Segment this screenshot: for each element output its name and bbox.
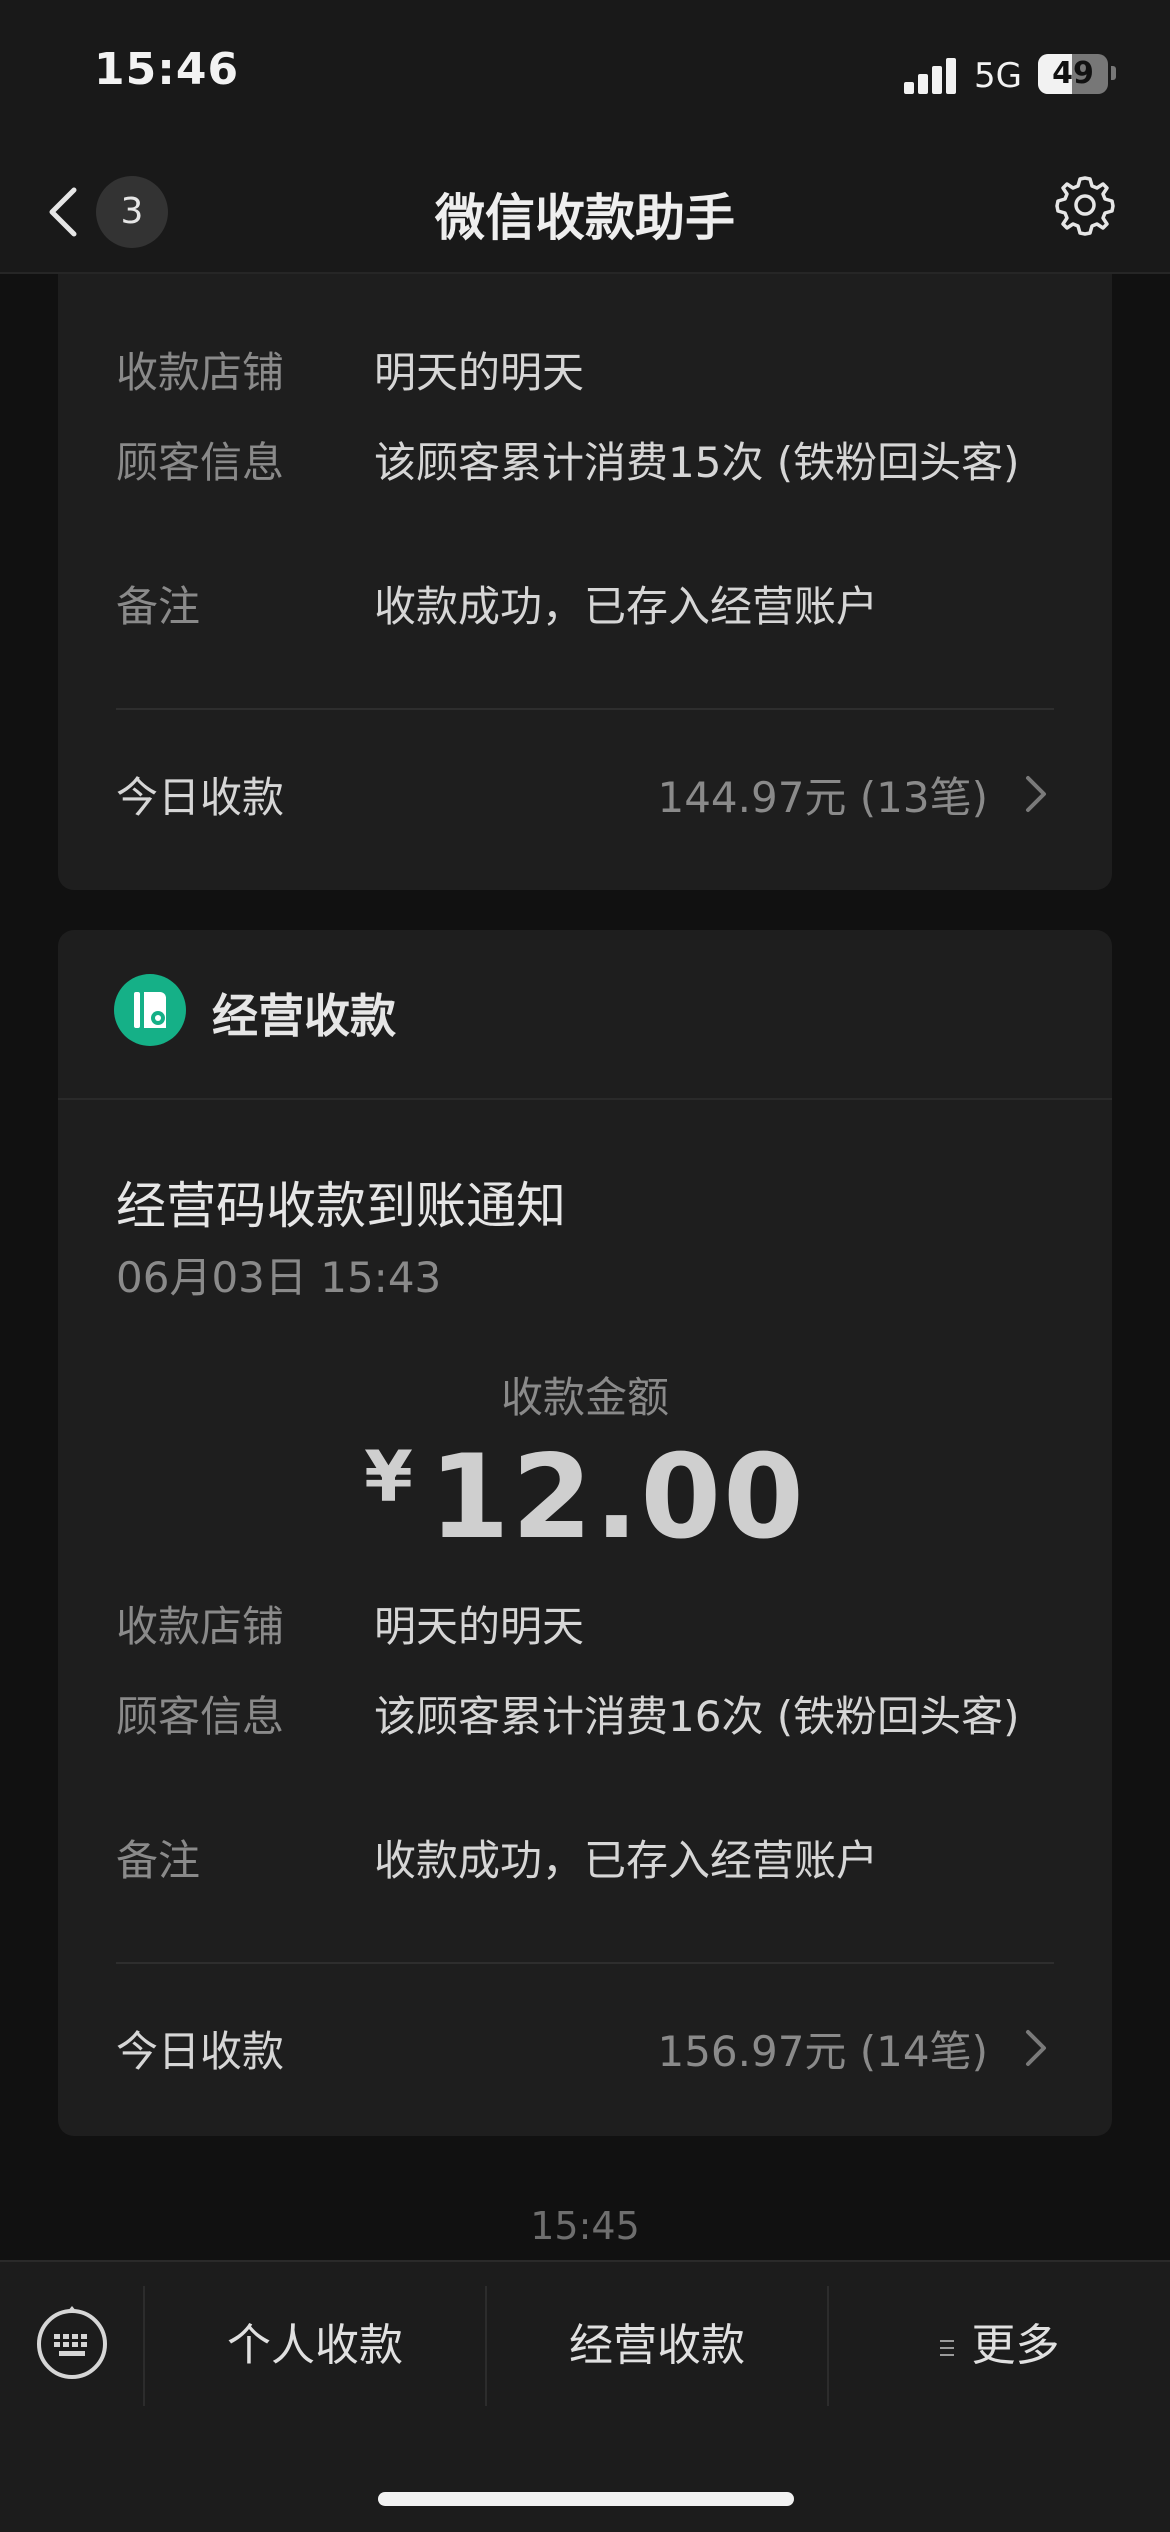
today-total-row[interactable]: 今日收款 144.97元 (13笔) xyxy=(116,764,1054,824)
store-value: 明天的明天 xyxy=(374,1602,585,1651)
store-label: 收款店铺 xyxy=(116,1602,285,1651)
business-payment-icon xyxy=(114,974,186,1046)
chevron-right-icon xyxy=(1026,776,1046,812)
currency-symbol: ¥ xyxy=(364,1436,415,1518)
menu-personal-payment[interactable]: 个人收款 xyxy=(145,2286,485,2406)
today-total-value: 144.97元 (13笔) xyxy=(657,773,988,822)
today-total-label: 今日收款 xyxy=(116,773,285,822)
nav-bar: 3 微信收款助手 xyxy=(0,150,1170,274)
payment-card[interactable]: 经营收款 经营码收款到账通知 06月03日 15:43 收款金额 ¥12.00 … xyxy=(58,930,1112,2136)
customer-value: 该顾客累计消费16次 (铁粉回头客) xyxy=(374,1692,1020,1741)
notice-time: 06月03日 15:43 xyxy=(116,1253,442,1302)
status-bar: 15:46 5G 49 xyxy=(0,0,1170,150)
chevron-right-icon xyxy=(1026,2030,1046,2066)
card-header-title: 经营收款 xyxy=(212,989,396,1043)
battery-tip xyxy=(1111,66,1116,80)
store-label: 收款店铺 xyxy=(116,348,285,397)
store-value: 明天的明天 xyxy=(374,348,585,397)
battery-icon: 49 xyxy=(1038,54,1108,94)
battery-percent: 49 xyxy=(1052,56,1094,91)
amount-value: 15.00 xyxy=(429,274,806,295)
menu-list-icon xyxy=(939,2338,958,2358)
chat-timestamp: 15:45 xyxy=(530,2204,640,2248)
note-value: 收款成功，已存入经营账户 xyxy=(374,1836,879,1885)
status-time: 15:46 xyxy=(94,44,240,95)
gear-icon[interactable] xyxy=(1052,172,1118,238)
menu-more-label: 更多 xyxy=(971,2320,1060,2371)
menu-more[interactable]: 更多 xyxy=(829,2286,1170,2406)
notice-title: 经营码收款到账通知 xyxy=(116,1177,566,1235)
menu-business-payment[interactable]: 经营收款 xyxy=(487,2286,827,2406)
keyboard-icon[interactable] xyxy=(32,2302,112,2382)
today-total-row[interactable]: 今日收款 156.97元 (14笔) xyxy=(116,2018,1054,2078)
network-type: 5G xyxy=(974,56,1022,96)
amount-label: 收款金额 xyxy=(500,1373,669,1422)
cellular-signal-icon xyxy=(904,58,960,94)
divider xyxy=(116,708,1054,710)
note-label: 备注 xyxy=(116,1836,201,1885)
customer-value: 该顾客累计消费15次 (铁粉回头客) xyxy=(374,438,1020,487)
today-total-value: 156.97元 (14笔) xyxy=(657,2027,988,2076)
card-header-divider xyxy=(58,1098,1112,1100)
customer-label: 顾客信息 xyxy=(116,1692,285,1741)
payment-amount: ¥12.00 xyxy=(58,1430,1112,1565)
payment-amount: ¥15.00 xyxy=(58,274,1112,295)
payment-card-previous[interactable]: ¥15.00 收款店铺 明天的明天 顾客信息 该顾客累计消费15次 (铁粉回头客… xyxy=(58,274,1112,890)
divider xyxy=(116,1962,1054,1964)
page-title: 微信收款助手 xyxy=(435,189,735,247)
message-list[interactable]: ¥15.00 收款店铺 明天的明天 顾客信息 该顾客累计消费15次 (铁粉回头客… xyxy=(0,274,1170,2260)
home-indicator xyxy=(378,2492,794,2506)
today-total-label: 今日收款 xyxy=(116,2027,285,2076)
customer-label: 顾客信息 xyxy=(116,438,285,487)
note-value: 收款成功，已存入经营账户 xyxy=(374,582,879,631)
amount-value: 12.00 xyxy=(428,1430,806,1565)
bottom-menu-bar: 个人收款 经营收款 更多 xyxy=(0,2260,1170,2532)
note-label: 备注 xyxy=(116,582,201,631)
